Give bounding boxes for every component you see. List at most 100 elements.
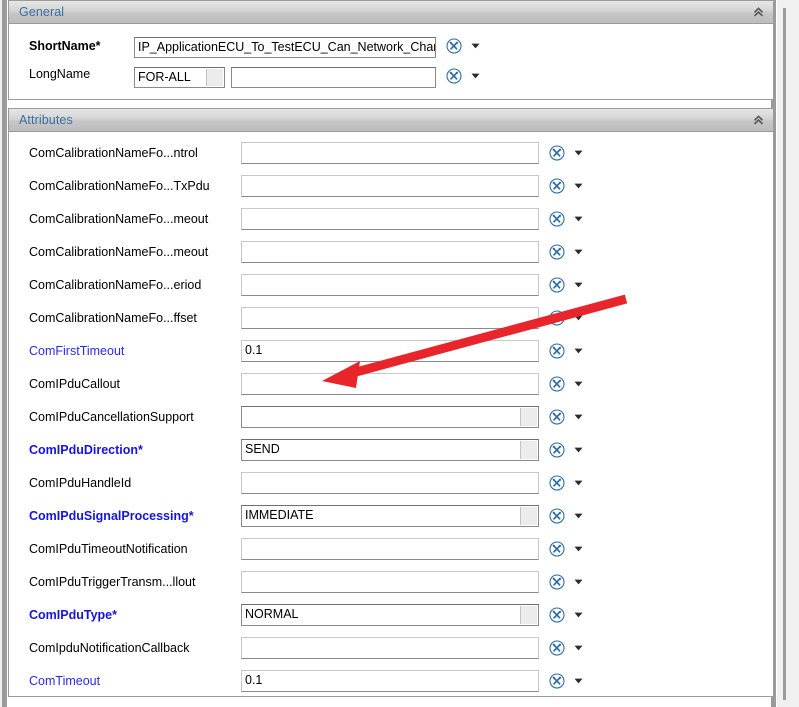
attribute-combo-button[interactable]	[520, 441, 537, 459]
attribute-value-input[interactable]	[241, 571, 539, 593]
attribute-combo-button[interactable]	[520, 507, 537, 525]
attribute-value-text: 0.1	[245, 673, 263, 687]
shortname-label: ShortName*	[29, 39, 101, 53]
configure-tools-icon[interactable]	[549, 211, 565, 227]
attribute-combo-button[interactable]	[520, 408, 537, 426]
configure-tools-icon[interactable]	[549, 508, 565, 524]
chevron-down-icon[interactable]	[574, 480, 583, 486]
chevron-down-icon[interactable]	[471, 73, 480, 79]
attribute-label: ComIPduCallout	[29, 377, 121, 391]
chevron-down-icon[interactable]	[574, 282, 583, 288]
attribute-label: ComIPduTriggerTransm...llout	[29, 575, 196, 589]
configure-tools-icon[interactable]	[549, 475, 565, 491]
attribute-value-input[interactable]	[241, 538, 539, 560]
chevron-down-icon[interactable]	[574, 348, 583, 354]
attribute-label: ComCalibrationNameFo...meout	[29, 245, 209, 259]
attribute-tools	[549, 442, 583, 458]
longname-input[interactable]	[231, 67, 436, 88]
content-column: General ShortName* IP_ApplicationECU_To_…	[8, 0, 774, 707]
attributes-list: ComCalibrationNameFo...ntrol ComCalibrat…	[9, 132, 773, 699]
attribute-label: ComIPduCancellationSupport	[29, 410, 194, 424]
attribute-value-input[interactable]: 0.1	[241, 670, 539, 692]
attribute-row: ComIPduType* NORMAL	[9, 600, 773, 633]
attribute-value-input[interactable]	[241, 142, 539, 164]
attribute-value-combo[interactable]: NORMAL	[241, 604, 539, 626]
attribute-value-input[interactable]	[241, 241, 539, 263]
attribute-value-input[interactable]	[241, 175, 539, 197]
attribute-label: ComIpduNotificationCallback	[29, 641, 190, 655]
general-section-body: ShortName* IP_ApplicationECU_To_TestECU_…	[8, 24, 774, 100]
attribute-row: ComCalibrationNameFo...meout	[9, 204, 773, 237]
attribute-label: ComTimeout	[29, 674, 101, 688]
attributes-collapse-button[interactable]	[747, 110, 769, 131]
vertical-scrollbar[interactable]	[776, 0, 799, 707]
longname-row: LongName FOR-ALL	[9, 62, 773, 90]
general-section-title: General	[19, 5, 65, 19]
chevron-down-icon[interactable]	[574, 447, 583, 453]
chevron-down-icon[interactable]	[574, 678, 583, 684]
configure-tools-icon[interactable]	[549, 640, 565, 656]
attribute-label: ComIPduTimeoutNotification	[29, 542, 188, 556]
configure-tools-icon[interactable]	[549, 277, 565, 293]
chevron-down-icon[interactable]	[574, 381, 583, 387]
attribute-row: ComTimeout 0.1	[9, 666, 773, 699]
attribute-label: ComCalibrationNameFo...TxPdu	[29, 179, 210, 193]
configure-tools-icon[interactable]	[549, 673, 565, 689]
general-section-header[interactable]: General	[8, 0, 774, 24]
configure-tools-icon[interactable]	[549, 607, 565, 623]
configure-tools-icon[interactable]	[549, 409, 565, 425]
configure-tools-icon[interactable]	[549, 343, 565, 359]
configure-tools-icon[interactable]	[549, 541, 565, 557]
configure-tools-icon[interactable]	[549, 376, 565, 392]
attribute-tools	[549, 244, 583, 260]
chevron-down-icon[interactable]	[574, 249, 583, 255]
longname-scope-combo[interactable]: FOR-ALL	[134, 67, 225, 88]
attribute-value-input[interactable]	[241, 307, 539, 329]
attribute-value-input[interactable]: 0.1	[241, 340, 539, 362]
attributes-section-header[interactable]: Attributes	[8, 108, 774, 132]
attribute-value-input[interactable]	[241, 373, 539, 395]
configure-tools-icon[interactable]	[549, 178, 565, 194]
attribute-row: ComIPduHandleId	[9, 468, 773, 501]
configure-tools-icon[interactable]	[446, 38, 462, 54]
configure-tools-icon[interactable]	[446, 68, 462, 84]
general-collapse-button[interactable]	[747, 2, 769, 23]
attribute-tools	[549, 211, 583, 227]
chevron-down-icon[interactable]	[574, 513, 583, 519]
attribute-value-input[interactable]	[241, 472, 539, 494]
attribute-row: ComCalibrationNameFo...ntrol	[9, 138, 773, 171]
chevron-down-icon[interactable]	[574, 612, 583, 618]
attribute-tools	[549, 508, 583, 524]
attribute-value-combo[interactable]: SEND	[241, 439, 539, 461]
attribute-tools	[549, 145, 583, 161]
configure-tools-icon[interactable]	[549, 574, 565, 590]
configure-tools-icon[interactable]	[549, 310, 565, 326]
longname-label: LongName	[29, 67, 91, 81]
configure-tools-icon[interactable]	[549, 244, 565, 260]
attribute-row: ComIPduTriggerTransm...llout	[9, 567, 773, 600]
chevron-down-icon[interactable]	[574, 579, 583, 585]
attribute-tools	[549, 673, 583, 689]
attributes-section-body: ComCalibrationNameFo...ntrol ComCalibrat…	[8, 132, 774, 697]
attribute-label: ComCalibrationNameFo...eriod	[29, 278, 202, 292]
configure-tools-icon[interactable]	[549, 442, 565, 458]
chevron-down-icon[interactable]	[574, 414, 583, 420]
chevron-down-icon[interactable]	[574, 315, 583, 321]
chevron-down-icon[interactable]	[574, 546, 583, 552]
attribute-value-combo[interactable]	[241, 406, 539, 428]
attribute-value-input[interactable]	[241, 208, 539, 230]
chevron-down-icon[interactable]	[574, 216, 583, 222]
chevron-down-icon[interactable]	[574, 645, 583, 651]
longname-scope-combo-button[interactable]	[206, 69, 223, 86]
chevron-down-icon[interactable]	[574, 150, 583, 156]
attribute-value-input[interactable]	[241, 637, 539, 659]
shortname-input[interactable]: IP_ApplicationECU_To_TestECU_Can_Network…	[134, 37, 436, 58]
chevron-down-icon[interactable]	[471, 43, 480, 49]
chevron-down-icon[interactable]	[574, 183, 583, 189]
attribute-tools	[549, 178, 583, 194]
attribute-value-input[interactable]	[241, 274, 539, 296]
attribute-value-combo[interactable]: IMMEDIATE	[241, 505, 539, 527]
scrollbar-track[interactable]	[783, 8, 786, 700]
configure-tools-icon[interactable]	[549, 145, 565, 161]
attribute-combo-button[interactable]	[520, 606, 537, 624]
